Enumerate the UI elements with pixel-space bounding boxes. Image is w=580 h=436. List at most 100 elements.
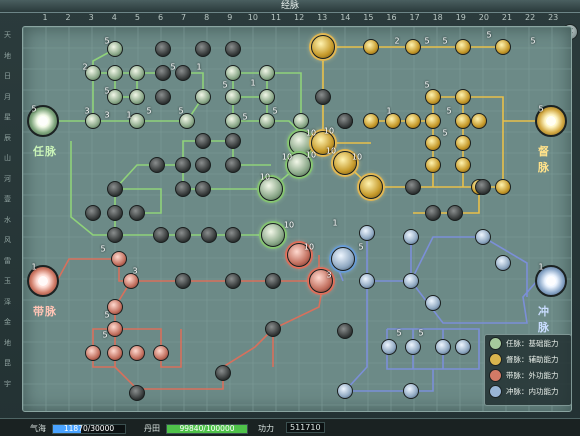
acupoint-node[interactable] [425,89,441,105]
acupoint-node[interactable] [259,65,275,81]
acupoint-node[interactable] [175,157,191,173]
column-number: 5 [134,13,140,22]
node-level-badge: 5 [418,328,424,338]
column-number: 23 [548,13,559,22]
acupoint-node[interactable] [155,41,171,57]
acupoint-node[interactable] [215,365,231,381]
acupoint-node[interactable] [129,345,145,361]
acupoint-node[interactable] [403,229,419,245]
acupoint-node[interactable] [111,251,127,267]
gongli-value: 511710 [286,422,325,433]
acupoint-node[interactable] [455,339,471,355]
acupoint-node[interactable] [455,39,471,55]
acupoint-node[interactable] [337,383,353,399]
acupoint-node[interactable] [359,175,383,199]
acupoint-node[interactable] [455,89,471,105]
row-label: 天 [4,31,11,39]
acupoint-node[interactable] [195,181,211,197]
acupoint-node[interactable] [201,227,217,243]
acupoint-node[interactable] [85,205,101,221]
dai-hub-label: 带脉 [33,305,57,318]
acupoint-node[interactable] [495,179,511,195]
acupoint-node[interactable] [225,157,241,173]
acupoint-node[interactable] [331,247,355,271]
acupoint-node[interactable] [225,65,241,81]
acupoint-node[interactable] [129,205,145,221]
acupoint-node[interactable] [363,113,379,129]
acupoint-node[interactable] [261,223,285,247]
acupoint-node[interactable] [195,89,211,105]
acupoint-node[interactable] [405,179,421,195]
acupoint-node[interactable] [129,385,145,401]
acupoint-node[interactable] [195,133,211,149]
acupoint-node[interactable] [405,39,421,55]
acupoint-node[interactable] [107,181,123,197]
acupoint-node[interactable] [107,227,123,243]
acupoint-node[interactable] [403,273,419,289]
acupoint-node[interactable] [153,227,169,243]
acupoint-node[interactable] [225,41,241,57]
acupoint-node[interactable] [425,157,441,173]
acupoint-node[interactable] [447,205,463,221]
node-level-badge: 5 [424,36,430,46]
acupoint-node[interactable] [425,205,441,221]
acupoint-node[interactable] [265,273,281,289]
acupoint-node[interactable] [175,227,191,243]
acupoint-node[interactable] [359,225,375,241]
acupoint-node[interactable] [311,35,335,59]
acupoint-node[interactable] [129,65,145,81]
acupoint-node[interactable] [225,89,241,105]
acupoint-node[interactable] [435,339,451,355]
acupoint-node[interactable] [155,89,171,105]
node-level-badge: 10 [303,242,315,252]
acupoint-node[interactable] [455,113,471,129]
node-level-badge: 10 [283,220,295,230]
acupoint-node[interactable] [265,321,281,337]
acupoint-node[interactable] [175,65,191,81]
acupoint-node[interactable] [175,181,191,197]
acupoint-node[interactable] [85,345,101,361]
acupoint-node[interactable] [107,345,123,361]
acupoint-node[interactable] [405,339,421,355]
acupoint-node[interactable] [225,227,241,243]
acupoint-node[interactable] [195,157,211,173]
acupoint-node[interactable] [259,89,275,105]
row-label: 泽 [4,297,11,306]
column-number: 4 [111,13,117,22]
acupoint-node[interactable] [425,295,441,311]
acupoint-node[interactable] [495,255,511,271]
acupoint-node[interactable] [107,65,123,81]
acupoint-node[interactable] [455,135,471,151]
acupoint-node[interactable] [175,273,191,289]
acupoint-node[interactable] [153,345,169,361]
acupoint-node[interactable] [475,229,491,245]
acupoint-node[interactable] [293,113,309,129]
acupoint-node[interactable] [475,179,491,195]
acupoint-node[interactable] [155,65,171,81]
acupoint-node[interactable] [225,273,241,289]
acupoint-node[interactable] [337,323,353,339]
acupoint-node[interactable] [405,113,421,129]
acupoint-node[interactable] [495,39,511,55]
acupoint-node[interactable] [107,205,123,221]
acupoint-node[interactable] [403,383,419,399]
acupoint-node[interactable] [363,39,379,55]
acupoint-node[interactable] [381,339,397,355]
acupoint-node[interactable] [337,113,353,129]
acupoint-node[interactable] [129,89,145,105]
qihai-bar: 11870/30000 [52,424,126,434]
acupoint-node[interactable] [149,157,165,173]
row-label: 风 [4,236,11,244]
acupoint-node[interactable] [425,113,441,129]
acupoint-node[interactable] [315,89,331,105]
acupoint-node[interactable] [471,113,487,129]
acupoint-node[interactable] [455,157,471,173]
ren-hub-level: 5 [31,104,37,114]
acupoint-node[interactable] [225,133,241,149]
acupoint-node[interactable] [107,321,123,337]
acupoint-node[interactable] [195,41,211,57]
acupoint-node[interactable] [425,135,441,151]
dai-hub-level: 1 [31,262,37,272]
acupoint-node[interactable] [225,113,241,129]
acupoint-node[interactable] [359,273,375,289]
